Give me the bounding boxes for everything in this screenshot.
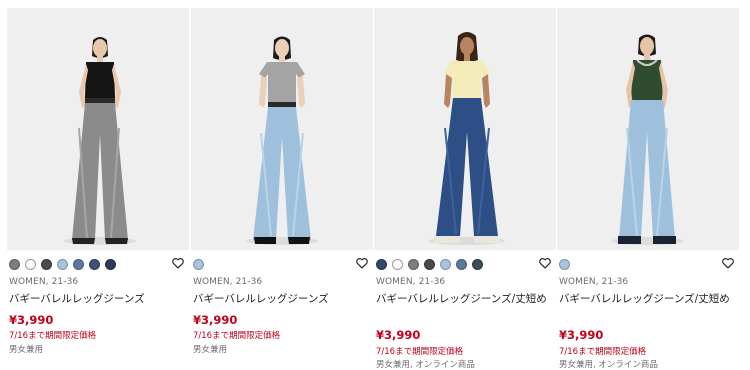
heart-outline-icon[interactable] bbox=[721, 256, 735, 270]
product-note: 男女兼用 bbox=[193, 345, 228, 355]
product-name[interactable]: バギーバレルレッグジーンズ bbox=[9, 291, 185, 307]
color-swatch-white[interactable] bbox=[392, 259, 403, 270]
product-price: ¥3,990 bbox=[376, 328, 421, 342]
product-name[interactable]: バギーバレルレッグジーンズ/丈短め bbox=[559, 291, 735, 307]
product-note: 男女兼用 bbox=[9, 345, 44, 355]
product-name[interactable]: バギーバレルレッグジーンズ bbox=[193, 291, 369, 307]
product-card[interactable]: WOMEN, 21-36 バギーバレルレッグジーンズ ¥3,990 7/16まで… bbox=[191, 0, 373, 370]
product-name[interactable]: バギーバレルレッグジーンズ/丈短め bbox=[376, 291, 552, 307]
product-image[interactable] bbox=[374, 8, 556, 250]
product-price: ¥3,990 bbox=[193, 313, 238, 327]
color-swatch-navy[interactable] bbox=[376, 259, 387, 270]
promo-text: 7/16まで期間限定価格 bbox=[193, 331, 281, 341]
color-swatch-dark-gray[interactable] bbox=[41, 259, 52, 270]
product-image[interactable] bbox=[7, 8, 189, 250]
color-swatches bbox=[376, 259, 483, 270]
heart-outline-icon[interactable] bbox=[355, 256, 369, 270]
product-meta: WOMEN, 21-36 bbox=[376, 277, 446, 287]
product-meta: WOMEN, 21-36 bbox=[9, 277, 79, 287]
product-price: ¥3,990 bbox=[559, 328, 604, 342]
product-card[interactable]: WOMEN, 21-36 バギーバレルレッグジーンズ/丈短め ¥3,990 7/… bbox=[374, 0, 556, 370]
heart-outline-icon[interactable] bbox=[171, 256, 185, 270]
color-swatch-blue[interactable] bbox=[456, 259, 467, 270]
heart-outline-icon[interactable] bbox=[538, 256, 552, 270]
color-swatch-light-blue[interactable] bbox=[440, 259, 451, 270]
product-image[interactable] bbox=[191, 8, 373, 250]
promo-text: 7/16まで期間限定価格 bbox=[376, 347, 464, 357]
color-swatch-blue[interactable] bbox=[73, 259, 84, 270]
color-swatches bbox=[9, 259, 116, 270]
product-meta: WOMEN, 21-36 bbox=[559, 277, 629, 287]
color-swatch-gray[interactable] bbox=[408, 259, 419, 270]
product-meta: WOMEN, 21-36 bbox=[193, 277, 263, 287]
color-swatch-white[interactable] bbox=[25, 259, 36, 270]
color-swatches bbox=[559, 259, 570, 270]
color-swatch-light-blue[interactable] bbox=[57, 259, 68, 270]
color-swatches bbox=[193, 259, 204, 270]
color-swatch-dark-teal[interactable] bbox=[472, 259, 483, 270]
color-swatch-gray[interactable] bbox=[9, 259, 20, 270]
color-swatch-navy[interactable] bbox=[89, 259, 100, 270]
product-card[interactable]: WOMEN, 21-36 バギーバレルレッグジーンズ ¥3,990 7/16まで… bbox=[7, 0, 189, 370]
color-swatch-dark-gray[interactable] bbox=[424, 259, 435, 270]
product-note: 男女兼用, オンライン商品 bbox=[559, 360, 658, 370]
product-card[interactable]: WOMEN, 21-36 バギーバレルレッグジーンズ/丈短め ¥3,990 7/… bbox=[557, 0, 739, 370]
promo-text: 7/16まで期間限定価格 bbox=[559, 347, 647, 357]
color-swatch-light-blue[interactable] bbox=[193, 259, 204, 270]
product-price: ¥3,990 bbox=[9, 313, 54, 327]
color-swatch-dark-navy[interactable] bbox=[105, 259, 116, 270]
promo-text: 7/16まで期間限定価格 bbox=[9, 331, 97, 341]
color-swatch-light-blue[interactable] bbox=[559, 259, 570, 270]
product-grid: WOMEN, 21-36 バギーバレルレッグジーンズ ¥3,990 7/16まで… bbox=[0, 0, 750, 370]
product-image[interactable] bbox=[557, 8, 739, 250]
product-note: 男女兼用, オンライン商品 bbox=[376, 360, 475, 370]
